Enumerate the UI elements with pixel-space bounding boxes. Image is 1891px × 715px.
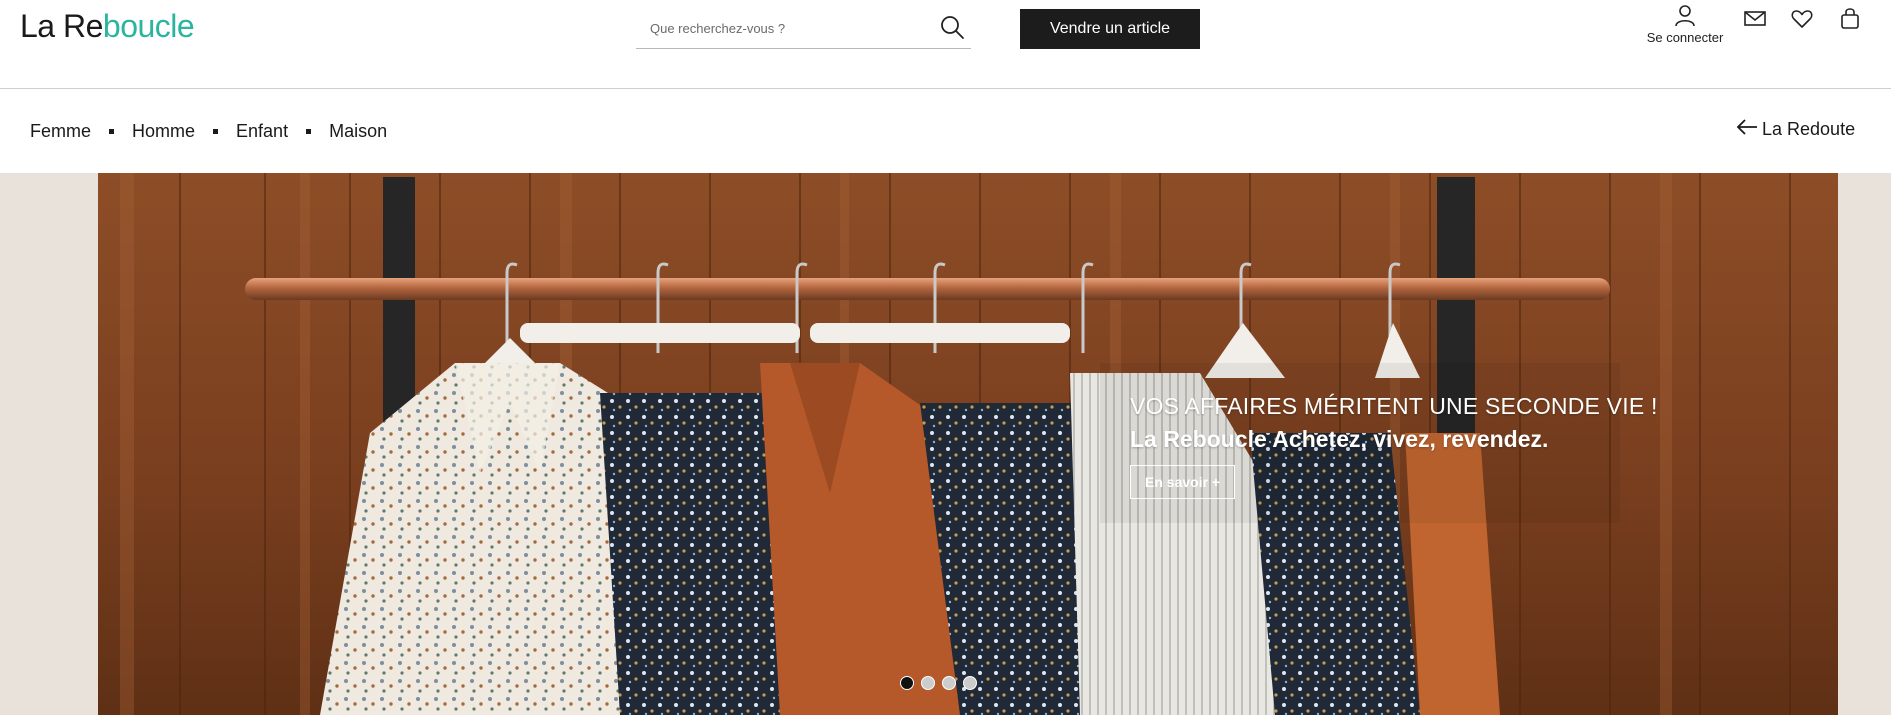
site-header: La Reboucle Vendre un article Se connect… bbox=[0, 0, 1891, 89]
carousel-dot-2[interactable] bbox=[921, 676, 935, 690]
carousel-dot-3[interactable] bbox=[942, 676, 956, 690]
hero-subtitle: La Reboucle Achetez, vivez, revendez. bbox=[1130, 426, 1549, 452]
nav-item-homme[interactable]: Homme bbox=[132, 121, 195, 142]
carousel-dot-1[interactable] bbox=[900, 676, 914, 690]
hero-text-block: VOS AFFAIRES MÉRITENT UNE SECONDE VIE ! … bbox=[1130, 393, 1658, 499]
separator-dot bbox=[213, 129, 219, 134]
search-icon[interactable] bbox=[939, 14, 967, 42]
sell-item-button[interactable]: Vendre un article bbox=[1020, 9, 1200, 49]
carousel-dot-4[interactable] bbox=[963, 676, 977, 690]
separator-dot bbox=[109, 129, 115, 134]
back-to-la-redoute-link[interactable]: La Redoute bbox=[1736, 118, 1855, 141]
back-link-label: La Redoute bbox=[1762, 119, 1856, 139]
search-input[interactable] bbox=[636, 8, 926, 48]
login-button[interactable]: Se connecter bbox=[1640, 3, 1730, 53]
category-nav: Femme Homme Enfant Maison La Redoute bbox=[0, 90, 1891, 173]
user-icon bbox=[1640, 3, 1730, 27]
nav-item-enfant[interactable]: Enfant bbox=[236, 121, 288, 142]
logo-text-part1: La Re bbox=[20, 8, 103, 44]
search-bar bbox=[636, 8, 971, 49]
learn-more-button[interactable]: En savoir + bbox=[1130, 465, 1236, 499]
category-list: Femme Homme Enfant Maison bbox=[30, 121, 387, 142]
separator-dot bbox=[306, 129, 312, 134]
login-label: Se connecter bbox=[1646, 30, 1724, 45]
nav-item-femme[interactable]: Femme bbox=[30, 121, 91, 142]
nav-item-maison[interactable]: Maison bbox=[329, 121, 387, 142]
brand-logo[interactable]: La Reboucle bbox=[20, 8, 195, 45]
hero-banner: VOS AFFAIRES MÉRITENT UNE SECONDE VIE ! … bbox=[0, 173, 1891, 715]
arrow-left-icon bbox=[1736, 118, 1762, 141]
carousel-pagination bbox=[900, 676, 984, 690]
hero-title: VOS AFFAIRES MÉRITENT UNE SECONDE VIE ! bbox=[1130, 393, 1658, 419]
logo-text-part2: boucle bbox=[102, 8, 195, 44]
bag-icon[interactable] bbox=[1838, 6, 1866, 34]
heart-icon[interactable] bbox=[1790, 6, 1818, 34]
mail-icon[interactable] bbox=[1743, 6, 1771, 34]
